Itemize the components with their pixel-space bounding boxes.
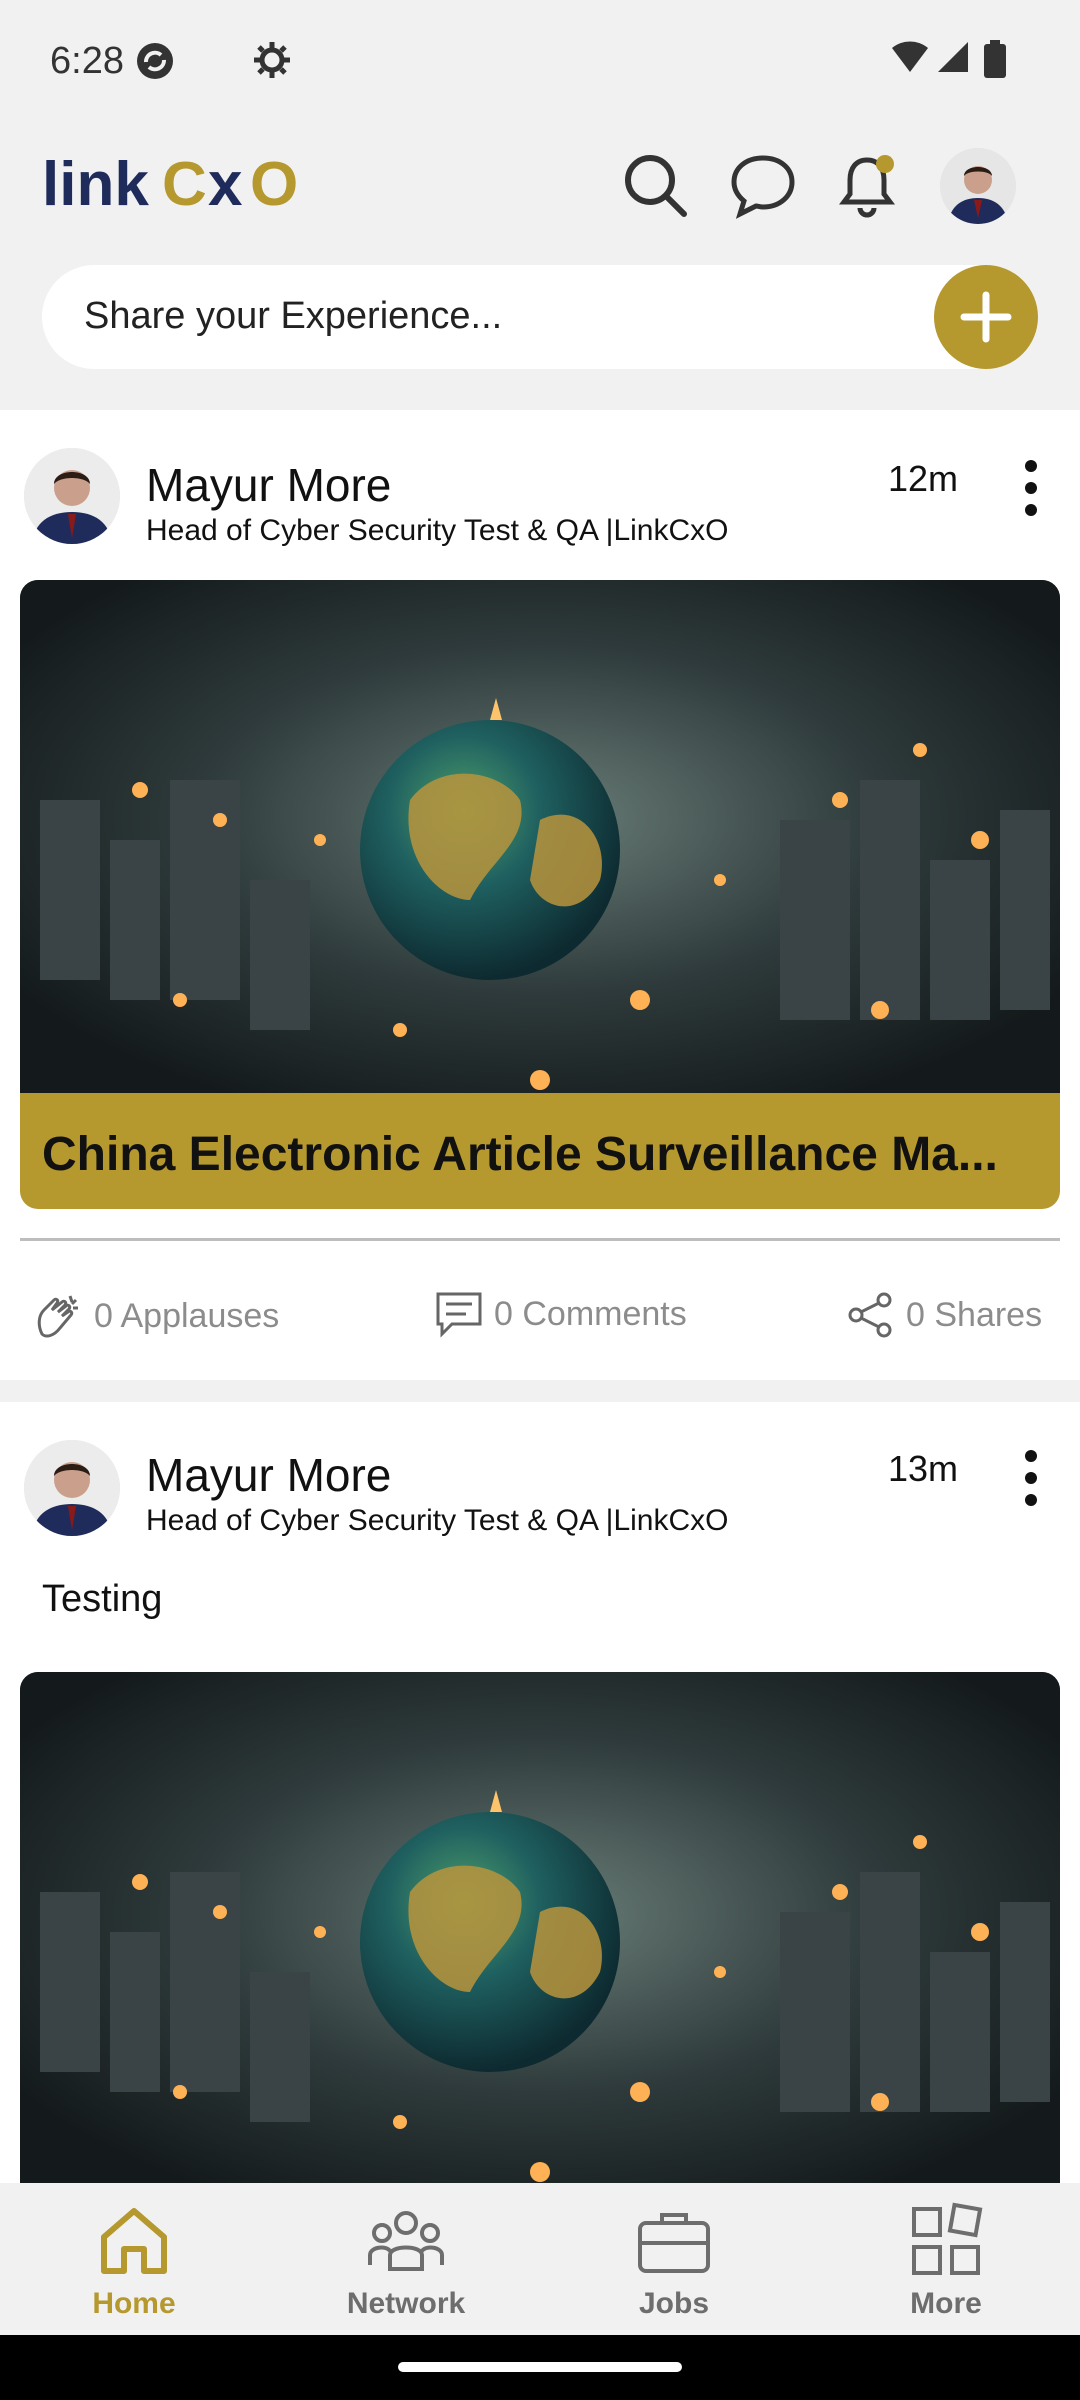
search-icon[interactable] (620, 150, 690, 220)
author-avatar-icon (24, 1440, 120, 1536)
author-name[interactable]: Mayur More (146, 458, 391, 512)
linkcxo-logo[interactable]: link C x O (42, 150, 342, 220)
post-card: Mayur More Head of Cyber Security Test &… (0, 410, 1080, 1380)
post-divider (20, 1238, 1060, 1241)
globe-city-image (20, 1672, 1060, 2183)
nav-network[interactable]: Network (316, 2201, 496, 2321)
feed-separator (0, 1380, 1080, 1402)
battery-icon (984, 40, 1006, 78)
status-time: 6:28 (50, 40, 124, 82)
nav-jobs[interactable]: Jobs (584, 2201, 764, 2321)
author-headline: Head of Cyber Security Test & QA |LinkCx… (146, 1504, 729, 1537)
svg-text:link: link (42, 150, 149, 219)
nav-more[interactable]: More (856, 2201, 1036, 2321)
author-headline: Head of Cyber Security Test & QA |LinkCx… (146, 514, 729, 547)
svg-text:C: C (162, 150, 207, 219)
share-button[interactable]: 0 Shares (846, 1290, 1042, 1340)
more-options-icon[interactable] (1016, 458, 1046, 518)
sync-icon (137, 43, 173, 79)
network-icon (368, 2211, 444, 2271)
grid-icon (912, 2202, 983, 2275)
author-avatar[interactable] (24, 448, 120, 544)
notification-bell-icon[interactable] (832, 150, 902, 220)
more-options-icon[interactable] (1016, 1448, 1046, 1508)
profile-avatar-icon (940, 148, 1016, 224)
home-gesture-handle[interactable] (398, 2362, 682, 2372)
settings-gear-icon (254, 42, 290, 78)
profile-avatar[interactable] (940, 148, 1016, 224)
author-avatar[interactable] (24, 1440, 120, 1536)
svg-text:x: x (208, 150, 243, 219)
post-image[interactable] (20, 580, 1060, 1110)
post-time: 12m (888, 458, 959, 499)
add-post-button[interactable] (934, 265, 1038, 369)
comment-count: 0 Comments (494, 1294, 687, 1333)
post-caption-banner[interactable]: China Electronic Article Surveillance Ma… (20, 1093, 1060, 1209)
share-count: 0 Shares (906, 1295, 1043, 1334)
applause-button[interactable]: 0 Applauses (32, 1290, 279, 1342)
comment-icon (436, 1292, 482, 1338)
home-icon (101, 2208, 167, 2274)
share-placeholder: Share your Experience... (84, 295, 503, 337)
globe-city-image (20, 580, 1060, 1110)
system-gesture-bar (0, 2335, 1080, 2400)
post-time: 13m (888, 1448, 959, 1489)
nav-home[interactable]: Home (44, 2201, 224, 2321)
post-image[interactable] (20, 1672, 1060, 2183)
nav-home-label: Home (92, 2287, 176, 2320)
post-actions: 0 Applauses 0 Comments 0 Shares (0, 1290, 1080, 1380)
plus-icon (960, 291, 1012, 343)
share-experience-input[interactable]: Share your Experience... (42, 265, 1038, 369)
post-card: Mayur More Head of Cyber Security Test &… (0, 1402, 1080, 2183)
nav-network-label: Network (346, 2287, 466, 2320)
applause-icon (37, 1295, 78, 1338)
post-caption: China Electronic Article Surveillance Ma… (42, 1128, 998, 1181)
comment-button[interactable]: 0 Comments (434, 1290, 687, 1338)
nav-more-label: More (910, 2287, 982, 2320)
svg-text:O: O (250, 150, 298, 219)
bottom-navigation: Home Network Jobs More (0, 2183, 1080, 2335)
status-bar: 6:28 (0, 0, 1080, 130)
briefcase-icon (638, 2213, 710, 2273)
nav-jobs-label: Jobs (638, 2287, 710, 2320)
share-icon (848, 1292, 892, 1338)
cellular-signal-icon (938, 42, 968, 72)
chat-icon[interactable] (728, 150, 798, 220)
post-text: Testing (42, 1578, 163, 1620)
wifi-icon (892, 41, 928, 72)
author-name[interactable]: Mayur More (146, 1448, 391, 1502)
applause-count: 0 Applauses (94, 1296, 280, 1335)
author-avatar-icon (24, 448, 120, 544)
